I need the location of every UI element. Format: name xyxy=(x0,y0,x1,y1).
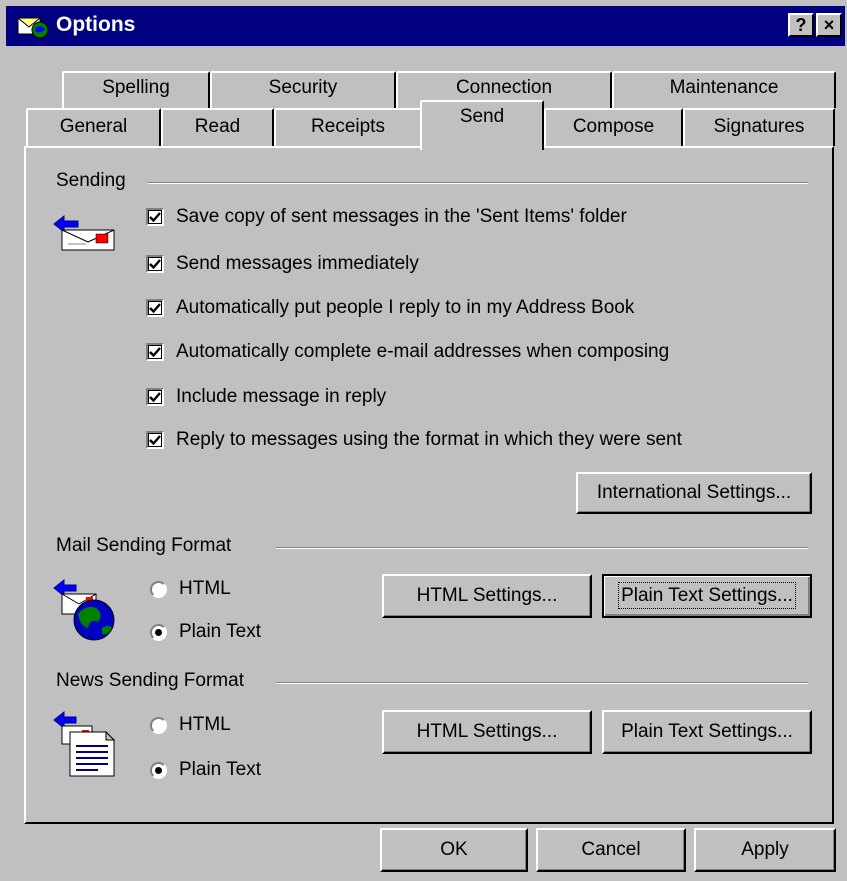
save-copy-checkbox[interactable] xyxy=(146,208,164,226)
save-copy-label: Save copy of sent messages in the 'Sent … xyxy=(176,206,627,227)
news-html-label: HTML xyxy=(179,714,231,735)
auto-complete-checkbox[interactable] xyxy=(146,343,164,361)
tab-receipts[interactable]: Receipts xyxy=(274,108,422,146)
news-html-settings-button[interactable]: HTML Settings... xyxy=(382,710,592,754)
mail-globe-icon xyxy=(53,578,115,641)
send-tab-panel: Sending Save copy of sent messages in th… xyxy=(24,146,834,824)
news-document-icon xyxy=(53,710,116,777)
news-plain-text-settings-button[interactable]: Plain Text Settings... xyxy=(602,710,812,754)
include-message-option[interactable]: Include message in reply xyxy=(146,383,386,411)
options-dialog: Options ? × Spelling Security Connection… xyxy=(0,0,847,881)
mail-plain-text-settings-button[interactable]: Plain Text Settings... xyxy=(602,574,812,618)
sending-divider xyxy=(148,182,808,184)
include-message-checkbox[interactable] xyxy=(146,388,164,406)
mail-html-label: HTML xyxy=(179,578,231,599)
send-immediately-label: Send messages immediately xyxy=(176,253,419,274)
cancel-button[interactable]: Cancel xyxy=(536,828,686,872)
news-plain-radio[interactable] xyxy=(150,761,167,779)
mail-html-option[interactable]: HTML xyxy=(150,575,231,603)
mail-format-group-label: Mail Sending Format xyxy=(56,535,238,557)
send-mail-icon xyxy=(53,214,115,251)
send-immediately-checkbox[interactable] xyxy=(146,255,164,273)
tab-read[interactable]: Read xyxy=(161,108,274,146)
auto-complete-label: Automatically complete e-mail addresses … xyxy=(176,341,670,362)
save-copy-option[interactable]: Save copy of sent messages in the 'Sent … xyxy=(146,203,627,231)
include-message-label: Include message in reply xyxy=(176,386,387,407)
window-title: Options xyxy=(56,13,136,36)
send-immediately-option[interactable]: Send messages immediately xyxy=(146,250,419,278)
close-button[interactable]: × xyxy=(816,13,842,37)
news-plain-option[interactable]: Plain Text xyxy=(150,756,261,784)
reply-format-option[interactable]: Reply to messages using the format in wh… xyxy=(146,426,682,454)
tab-spelling[interactable]: Spelling xyxy=(62,71,210,108)
tab-send[interactable]: Send xyxy=(420,100,544,150)
news-plain-label: Plain Text xyxy=(179,759,262,780)
options-app-icon xyxy=(16,17,49,39)
apply-button[interactable]: Apply xyxy=(694,828,836,872)
news-format-group-label: News Sending Format xyxy=(56,670,250,692)
tab-general[interactable]: General xyxy=(26,108,161,146)
news-html-option[interactable]: HTML xyxy=(150,711,231,739)
mail-plain-label: Plain Text xyxy=(179,621,262,642)
auto-address-book-label: Automatically put people I reply to in m… xyxy=(176,297,635,318)
mail-plain-radio[interactable] xyxy=(150,623,167,641)
reply-format-checkbox[interactable] xyxy=(146,431,164,449)
international-settings-button[interactable]: International Settings... xyxy=(576,472,812,514)
mail-html-settings-button[interactable]: HTML Settings... xyxy=(382,574,592,618)
tab-signatures[interactable]: Signatures xyxy=(683,108,835,146)
tab-maintenance[interactable]: Maintenance xyxy=(612,71,836,108)
mail-format-divider xyxy=(276,547,808,549)
title-bar[interactable]: Options ? × xyxy=(6,6,845,46)
help-button[interactable]: ? xyxy=(788,13,814,37)
mail-plain-text-settings-label: Plain Text Settings... xyxy=(618,582,796,609)
auto-complete-option[interactable]: Automatically complete e-mail addresses … xyxy=(146,338,669,366)
mail-plain-option[interactable]: Plain Text xyxy=(150,618,261,646)
tab-compose[interactable]: Compose xyxy=(544,108,683,146)
news-html-radio[interactable] xyxy=(150,716,167,734)
reply-format-label: Reply to messages using the format in wh… xyxy=(176,429,682,450)
auto-address-book-option[interactable]: Automatically put people I reply to in m… xyxy=(146,294,634,322)
news-format-divider xyxy=(276,682,808,684)
sending-group-label: Sending xyxy=(56,170,132,192)
mail-html-radio[interactable] xyxy=(150,580,167,598)
tab-security[interactable]: Security xyxy=(210,71,396,108)
ok-button[interactable]: OK xyxy=(380,828,528,872)
auto-address-book-checkbox[interactable] xyxy=(146,299,164,317)
